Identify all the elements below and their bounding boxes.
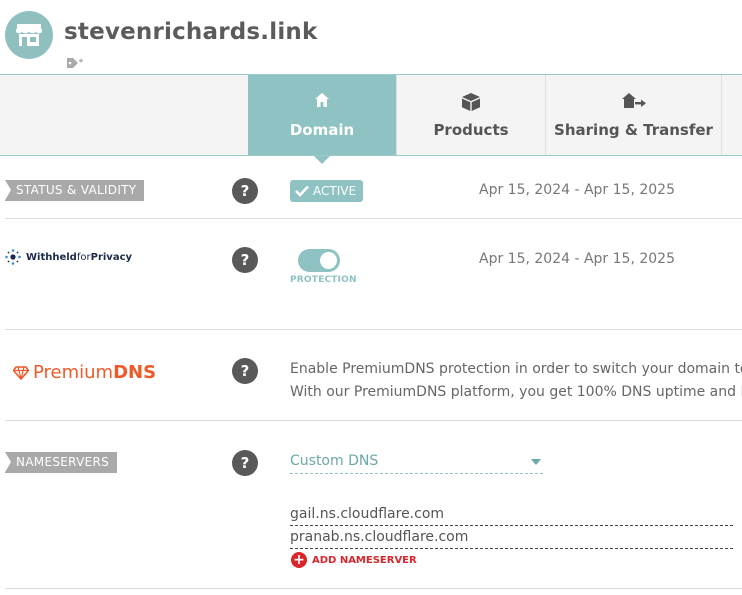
nameservers-row: NAMESERVERS ? Custom DNS gail.ns.cloudfl… <box>5 421 742 589</box>
tab-products-label: Products <box>433 121 509 139</box>
domain-header: stevenrichards.link <box>0 0 742 74</box>
status-validity-row: STATUS & VALIDITY ? ACTIVE Apr 15, 2024 … <box>5 156 742 219</box>
status-badge: ACTIVE <box>290 180 364 202</box>
premium-brand-bold: DNS <box>113 362 157 383</box>
nameservers-help-button[interactable]: ? <box>232 450 258 476</box>
premium-dns-line-1: Enable PremiumDNS protection in order to… <box>290 361 742 377</box>
privacy-row: WithheldforPrivacy ? PROTECTION Apr 15, … <box>5 219 742 330</box>
status-help-button[interactable]: ? <box>232 178 258 204</box>
plus-circle-icon: + <box>291 552 307 568</box>
privacy-toggle-label: PROTECTION <box>290 275 357 285</box>
privacy-validity-dates: Apr 15, 2024 - Apr 15, 2025 <box>479 251 675 267</box>
domain-title: stevenrichards.link <box>64 19 318 45</box>
tab-next-partial[interactable] <box>721 75 742 155</box>
premium-dns-line-2: With our PremiumDNS platform, you get 10… <box>290 384 742 400</box>
dns-type-selected: Custom DNS <box>290 453 379 469</box>
status-badge-label: ACTIVE <box>313 184 357 198</box>
chevron-down-icon <box>531 459 541 465</box>
tab-sharing-transfer-label: Sharing & Transfer <box>554 121 713 139</box>
store-icon <box>5 11 53 59</box>
nameserver-input-1[interactable]: gail.ns.cloudflare.com <box>290 504 733 526</box>
check-icon <box>295 185 309 197</box>
tab-bar: Domain Products Sharing & Transfer <box>0 74 742 164</box>
premium-dns-row: PremiumDNS ? Enable PremiumDNS protectio… <box>5 330 742 421</box>
add-nameserver-button[interactable]: + ADD NAMESERVER <box>291 552 417 568</box>
tab-domain[interactable]: Domain <box>248 75 396 164</box>
privacy-brand-bold: Withheld <box>26 251 77 263</box>
nameservers-label: NAMESERVERS <box>5 452 118 473</box>
toggle-knob <box>320 252 337 269</box>
premium-dns-logo: PremiumDNS <box>13 362 156 383</box>
premium-dns-help-button[interactable]: ? <box>232 358 258 384</box>
premium-dns-description: Enable PremiumDNS protection in order to… <box>290 358 742 404</box>
tab-products[interactable]: Products <box>396 75 545 155</box>
dns-type-select[interactable]: Custom DNS <box>290 450 543 474</box>
privacy-help-button[interactable]: ? <box>232 247 258 273</box>
tag-add-icon[interactable] <box>66 54 84 73</box>
premium-brand-thin: Premium <box>33 362 114 383</box>
nameserver-input-2[interactable]: pranab.ns.cloudflare.com <box>290 527 733 549</box>
privacy-brand-bold2: Privacy <box>90 251 133 263</box>
house-transfer-icon <box>546 91 721 113</box>
validity-dates: Apr 15, 2024 - Apr 15, 2025 <box>479 182 675 198</box>
privacy-protection-toggle[interactable] <box>298 249 340 272</box>
box-icon <box>397 91 545 113</box>
withheld-for-privacy-logo: WithheldforPrivacy <box>5 249 132 265</box>
status-validity-label: STATUS & VALIDITY <box>5 180 145 201</box>
add-nameserver-label: ADD NAMESERVER <box>312 554 417 566</box>
tab-domain-label: Domain <box>289 121 355 139</box>
privacy-brand-thin: for <box>76 251 91 263</box>
home-icon <box>248 91 396 113</box>
privacy-diamond-icon <box>5 249 21 265</box>
diamond-icon <box>13 365 29 380</box>
tab-sharing-transfer[interactable]: Sharing & Transfer <box>545 75 721 155</box>
